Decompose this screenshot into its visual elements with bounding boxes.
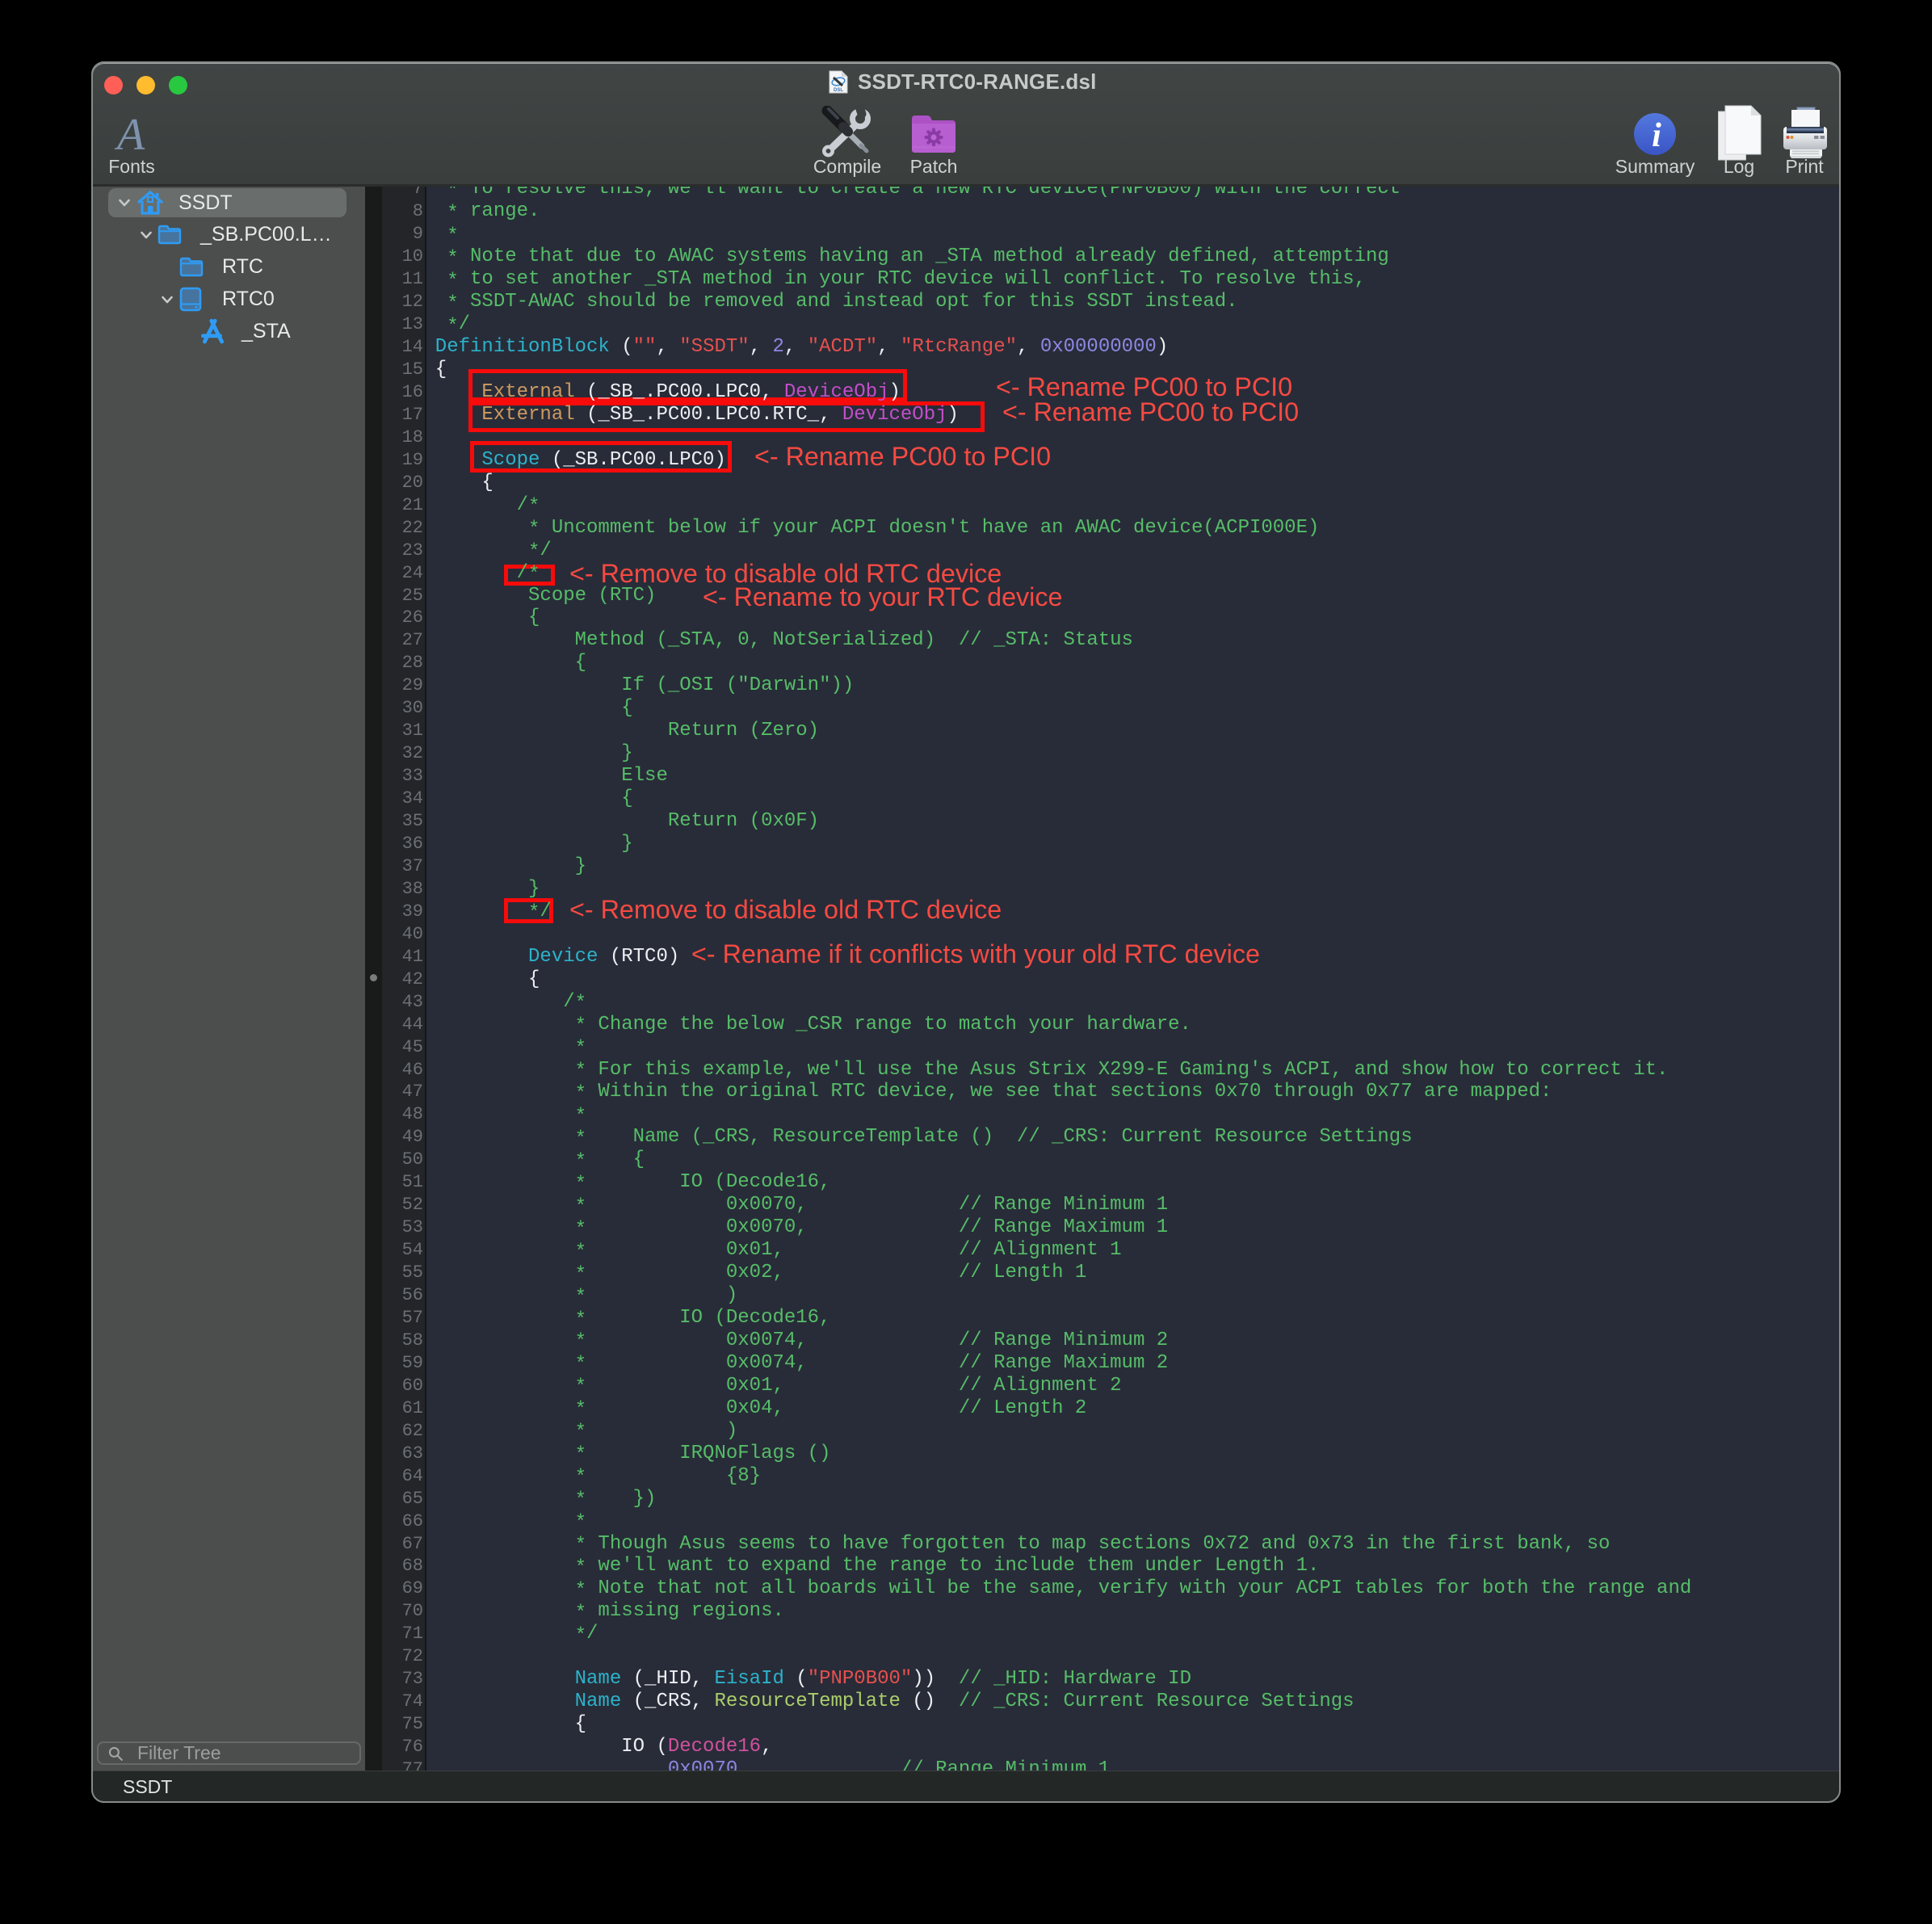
svg-text:DSL: DSL: [834, 88, 843, 93]
svg-text:i: i: [1652, 117, 1661, 154]
